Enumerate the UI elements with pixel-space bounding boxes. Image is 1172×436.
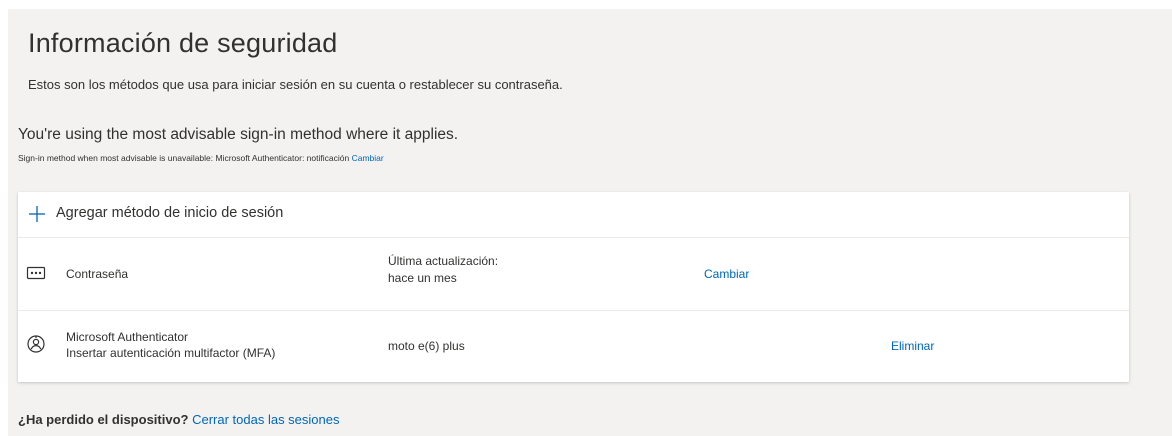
password-icon xyxy=(26,266,46,280)
last-updated-label: Última actualización: xyxy=(388,254,499,268)
change-default-method-link[interactable]: Cambiar xyxy=(352,153,384,163)
default-method-text: Sign-in method when most advisable is un… xyxy=(18,153,350,163)
method-row-password: Contraseña Última actualización: hace un… xyxy=(18,238,1129,311)
lost-device-prompt: ¿Ha perdido el dispositivo? Cerrar todas… xyxy=(18,412,340,427)
lost-device-question: ¿Ha perdido el dispositivo? xyxy=(18,412,189,427)
plus-icon xyxy=(29,206,45,222)
authenticator-method-info: Microsoft Authenticator Insertar autenti… xyxy=(66,330,275,361)
advice-message: You're using the most advisable sign-in … xyxy=(18,126,459,143)
authenticator-method-name: Microsoft Authenticator xyxy=(66,330,189,344)
method-row-authenticator: Microsoft Authenticator Insertar autenti… xyxy=(18,311,1129,382)
methods-card: Agregar método de inicio de sesión Contr… xyxy=(18,192,1129,382)
last-updated-value: hace un mes xyxy=(388,271,457,285)
password-last-updated: Última actualización: hace un mes xyxy=(388,254,498,286)
add-method-button[interactable]: Agregar método de inicio de sesión xyxy=(18,192,1129,238)
authenticator-icon xyxy=(27,335,45,353)
remove-authenticator-link[interactable]: Eliminar xyxy=(891,339,934,353)
default-method-note: Sign-in method when most advisable is un… xyxy=(18,153,384,163)
authenticator-method-description: Insertar autenticación multifactor (MFA) xyxy=(66,346,276,360)
security-info-page: Información de seguridad Estos son los m… xyxy=(8,9,1172,436)
sign-out-everywhere-link[interactable]: Cerrar todas las sesiones xyxy=(192,412,339,427)
add-method-label: Agregar método de inicio de sesión xyxy=(56,205,284,221)
password-method-name: Contraseña xyxy=(66,267,129,281)
page-title: Información de seguridad xyxy=(28,28,338,58)
change-password-link[interactable]: Cambiar xyxy=(704,267,749,281)
page-subtitle: Estos son los métodos que usa para inici… xyxy=(28,77,563,92)
authenticator-device-name: moto e(6) plus xyxy=(388,339,465,353)
